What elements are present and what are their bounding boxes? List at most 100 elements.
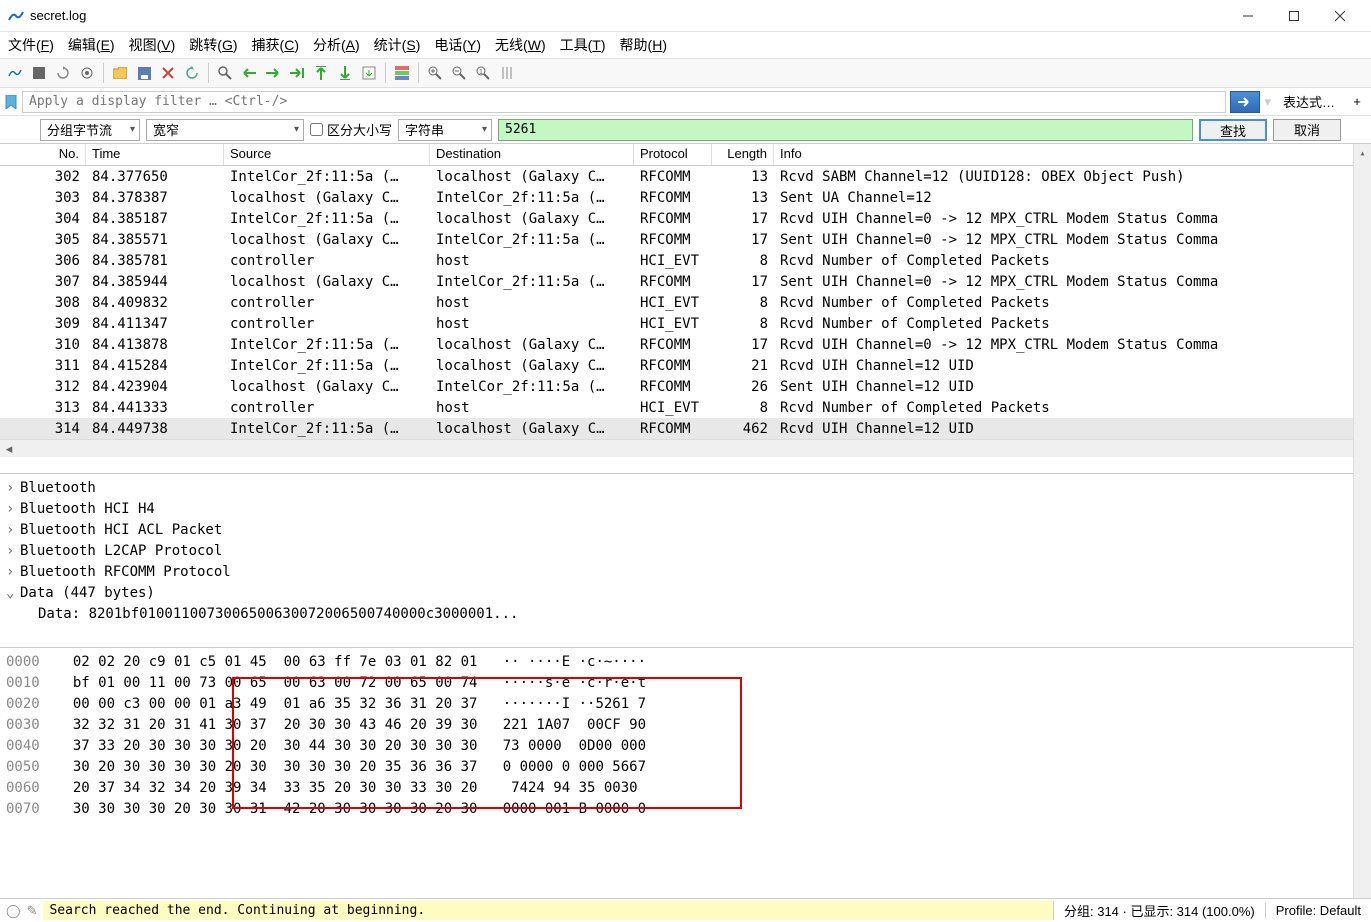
col-info[interactable]: Info: [774, 144, 1371, 165]
menu-tools[interactable]: 工具(T): [560, 35, 606, 55]
packet-list-pane: No. Time Source Destination Protocol Len…: [0, 144, 1371, 474]
hex-row[interactable]: 0050 30 20 30 30 30 30 20 30 30 30 30 20…: [6, 757, 1365, 778]
close-file-icon[interactable]: [157, 62, 179, 84]
packet-row[interactable]: 31284.423904localhost (Galaxy C…IntelCor…: [0, 376, 1371, 397]
tree-row[interactable]: ›Bluetooth RFCOMM Protocol: [6, 562, 1365, 583]
go-first-icon[interactable]: [310, 62, 332, 84]
start-capture-icon[interactable]: [4, 62, 26, 84]
status-packets: 分组: 314 · 已显示: 314 (100.0%): [1053, 901, 1265, 920]
find-icon[interactable]: [214, 62, 236, 84]
col-length[interactable]: Length: [712, 144, 774, 165]
menu-analyze[interactable]: 分析(A): [313, 35, 360, 55]
edit-icon[interactable]: ✎: [27, 903, 38, 919]
col-source[interactable]: Source: [224, 144, 430, 165]
menu-telephony[interactable]: 电话(Y): [434, 35, 481, 55]
tree-row[interactable]: ⌄Data (447 bytes): [6, 583, 1365, 604]
zoom-in-icon[interactable]: [424, 62, 446, 84]
hex-row[interactable]: 0060 20 37 34 32 34 20 39 34 33 35 20 30…: [6, 778, 1365, 799]
search-in-combo[interactable]: 分组字节流: [40, 119, 140, 141]
col-time[interactable]: Time: [86, 144, 224, 165]
minimize-button[interactable]: [1225, 0, 1271, 32]
colorize-icon[interactable]: [391, 62, 413, 84]
col-no[interactable]: No.: [0, 144, 86, 165]
filter-apply-button[interactable]: [1230, 91, 1260, 113]
auto-scroll-icon[interactable]: [358, 62, 380, 84]
packet-row[interactable]: 31184.415284IntelCor_2f:11:5a (…localhos…: [0, 355, 1371, 376]
capture-options-icon[interactable]: [76, 62, 98, 84]
menu-help[interactable]: 帮助(H): [620, 35, 667, 55]
close-button[interactable]: [1317, 0, 1363, 32]
menu-stats[interactable]: 统计(S): [374, 35, 421, 55]
open-file-icon[interactable]: [109, 62, 131, 84]
restart-capture-icon[interactable]: [52, 62, 74, 84]
tree-toggle-icon[interactable]: ›: [6, 541, 20, 562]
zoom-out-icon[interactable]: [448, 62, 470, 84]
tree-toggle-icon[interactable]: ›: [6, 478, 20, 499]
packet-row[interactable]: 31484.449738IntelCor_2f:11:5a (…localhos…: [0, 418, 1371, 439]
wireshark-icon: [8, 8, 24, 24]
hex-row[interactable]: 0020 00 00 c3 00 00 01 a3 49 01 a6 35 32…: [6, 694, 1365, 715]
window-title: secret.log: [30, 8, 1225, 23]
col-destination[interactable]: Destination: [430, 144, 634, 165]
case-sensitive-checkbox[interactable]: 区分大小写: [310, 120, 392, 139]
stop-capture-icon[interactable]: [28, 62, 50, 84]
packet-row[interactable]: 31084.413878IntelCor_2f:11:5a (…localhos…: [0, 334, 1371, 355]
packet-row[interactable]: 30784.385944localhost (Galaxy C…IntelCor…: [0, 271, 1371, 292]
tree-vscroll[interactable]: ▴: [1353, 474, 1371, 648]
search-value-input[interactable]: [498, 119, 1193, 141]
packet-row[interactable]: 30984.411347controllerhostHCI_EVT8Rcvd N…: [0, 313, 1371, 334]
tree-toggle-icon[interactable]: ›: [6, 499, 20, 520]
packet-list-header[interactable]: No. Time Source Destination Protocol Len…: [0, 144, 1371, 166]
tree-toggle-icon[interactable]: ⌄: [6, 583, 20, 604]
packet-row[interactable]: 30384.378387localhost (Galaxy C…IntelCor…: [0, 187, 1371, 208]
go-to-packet-icon[interactable]: [286, 62, 308, 84]
menu-wireless[interactable]: 无线(W): [495, 35, 546, 55]
menu-edit[interactable]: 编辑(E): [68, 35, 115, 55]
expression-link[interactable]: 表达式…: [1275, 92, 1343, 111]
status-message: Search reached the end. Continuing at be…: [43, 901, 1053, 920]
cancel-button[interactable]: 取消: [1273, 119, 1341, 141]
find-button[interactable]: 查找: [1199, 119, 1267, 141]
tree-row[interactable]: ›Bluetooth L2CAP Protocol: [6, 541, 1365, 562]
hex-row[interactable]: 0000 02 02 20 c9 01 c5 01 45 00 63 ff 7e…: [6, 652, 1365, 673]
packet-row[interactable]: 30284.377650IntelCor_2f:11:5a (…localhos…: [0, 166, 1371, 187]
zoom-reset-icon[interactable]: 1: [472, 62, 494, 84]
packet-row[interactable]: 30684.385781controllerhostHCI_EVT8Rcvd N…: [0, 250, 1371, 271]
packet-row[interactable]: 30484.385187IntelCor_2f:11:5a (…localhos…: [0, 208, 1371, 229]
search-charset-combo[interactable]: 宽窄: [146, 119, 304, 141]
display-filter-input[interactable]: [22, 91, 1226, 113]
packet-row[interactable]: 31384.441333controllerhostHCI_EVT8Rcvd N…: [0, 397, 1371, 418]
menu-go[interactable]: 跳转(G): [189, 35, 237, 55]
filterbar: ▾ 表达式… +: [0, 88, 1371, 116]
save-file-icon[interactable]: [133, 62, 155, 84]
packet-list-hscroll[interactable]: ◂▸: [0, 439, 1371, 457]
hex-row[interactable]: 0040 37 33 20 30 30 30 30 20 30 44 30 30…: [6, 736, 1365, 757]
expert-info-icon[interactable]: ◯: [6, 903, 21, 919]
go-last-icon[interactable]: [334, 62, 356, 84]
tree-row[interactable]: ›Bluetooth: [6, 478, 1365, 499]
hex-row[interactable]: 0030 32 32 31 20 31 41 30 37 20 30 30 43…: [6, 715, 1365, 736]
resize-columns-icon[interactable]: [496, 62, 518, 84]
tree-row[interactable]: Data: 8201bf0100110073006500630072006500…: [6, 604, 1365, 625]
bookmark-icon[interactable]: [4, 95, 18, 109]
go-forward-icon[interactable]: [262, 62, 284, 84]
statusbar: ◯ ✎ Search reached the end. Continuing a…: [0, 898, 1371, 922]
packet-row[interactable]: 30884.409832controllerhostHCI_EVT8Rcvd N…: [0, 292, 1371, 313]
tree-row[interactable]: ›Bluetooth HCI ACL Packet: [6, 520, 1365, 541]
go-back-icon[interactable]: [238, 62, 260, 84]
maximize-button[interactable]: [1271, 0, 1317, 32]
add-filter-button[interactable]: +: [1347, 94, 1367, 109]
tree-row[interactable]: ›Bluetooth HCI H4: [6, 499, 1365, 520]
menu-capture[interactable]: 捕获(C): [252, 35, 299, 55]
menu-file[interactable]: 文件(F): [8, 35, 54, 55]
packet-row[interactable]: 30584.385571localhost (Galaxy C…IntelCor…: [0, 229, 1371, 250]
col-protocol[interactable]: Protocol: [634, 144, 712, 165]
search-type-combo[interactable]: 字符串: [398, 119, 492, 141]
hex-row[interactable]: 0070 30 30 30 30 20 30 30 31 42 20 30 30…: [6, 799, 1365, 820]
tree-toggle-icon[interactable]: ›: [6, 520, 20, 541]
reload-icon[interactable]: [181, 62, 203, 84]
menu-view[interactable]: 视图(V): [129, 35, 176, 55]
status-profile[interactable]: Profile: Default: [1265, 903, 1371, 918]
hex-row[interactable]: 0010 bf 01 00 11 00 73 00 65 00 63 00 72…: [6, 673, 1365, 694]
tree-toggle-icon[interactable]: ›: [6, 562, 20, 583]
